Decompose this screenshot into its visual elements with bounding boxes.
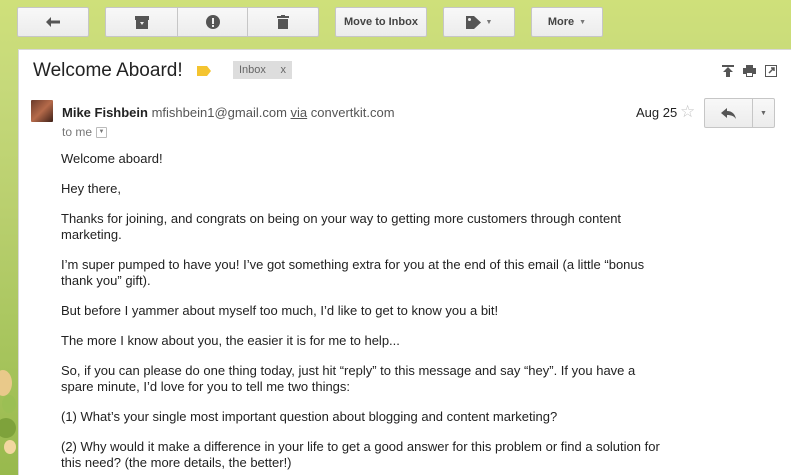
inbox-label-chip: Inbox x: [233, 61, 292, 79]
message-body: Welcome aboard! Hey there, Thanks for jo…: [61, 151, 661, 475]
print-icon[interactable]: [743, 65, 756, 77]
expand-all-icon[interactable]: [722, 65, 734, 77]
message-date: Aug 25: [636, 105, 678, 120]
header-actions: [722, 65, 777, 77]
chevron-down-icon: ▼: [579, 18, 587, 26]
body-paragraph: Hey there,: [61, 181, 121, 196]
more-button[interactable]: More ▼: [531, 7, 603, 37]
chevron-down-icon: ▼: [485, 18, 493, 26]
body-paragraph: Welcome aboard!: [61, 151, 163, 166]
via-domain: convertkit.com: [310, 105, 395, 120]
reply-icon: [721, 107, 736, 119]
reply-button[interactable]: [705, 99, 753, 127]
new-window-icon[interactable]: [765, 65, 777, 77]
avatar[interactable]: [31, 100, 53, 122]
more-reply-options-button[interactable]: ▼: [753, 99, 774, 127]
via-link[interactable]: via: [291, 105, 308, 120]
arrow-left-icon: [46, 17, 60, 27]
archive-button[interactable]: [106, 8, 177, 36]
delete-button[interactable]: [247, 8, 318, 36]
recipient-line: to me ▼: [62, 125, 108, 139]
body-paragraph: (1) What’s your single most important qu…: [61, 409, 558, 424]
sender-info: Mike Fishbein mfishbein1@gmail.com via c…: [62, 105, 395, 120]
more-label: More: [547, 16, 575, 28]
recipient-text: to me: [62, 125, 93, 139]
star-icon[interactable]: ☆: [680, 102, 695, 122]
move-to-inbox-button[interactable]: Move to Inbox: [335, 7, 427, 37]
message-subject: Welcome Aboard!: [33, 60, 183, 81]
body-paragraph: But before I yammer about myself too muc…: [61, 303, 499, 318]
body-paragraph: The more I know about you, the easier it…: [61, 333, 400, 348]
report-spam-icon: [205, 15, 220, 29]
labels-button[interactable]: ▼: [443, 7, 515, 37]
body-paragraph: I’m super pumped to have you! I’ve got s…: [61, 257, 645, 288]
message-panel: Welcome Aboard! Inbox x Mike Fishbein mf…: [18, 49, 791, 475]
sender-email: mfishbein1@gmail.com: [151, 105, 287, 120]
body-paragraph: So, if you can please do one thing today…: [61, 363, 636, 394]
chevron-down-icon: ▼: [98, 129, 105, 135]
action-button-group: [105, 7, 319, 37]
body-paragraph: Thanks for joining, and congrats on bein…: [61, 211, 622, 242]
chevron-down-icon: ▼: [760, 109, 767, 117]
sender-name[interactable]: Mike Fishbein: [62, 105, 148, 120]
move-to-inbox-label: Move to Inbox: [344, 16, 418, 28]
tag-icon: [465, 15, 481, 29]
label-tag-icon: [197, 66, 211, 76]
back-to-inbox-button[interactable]: [17, 7, 89, 37]
body-paragraph: (2) Why would it make a difference in yo…: [61, 439, 660, 470]
reply-button-group: ▼: [704, 98, 775, 128]
background-foliage: [0, 300, 20, 475]
archive-icon: [134, 15, 149, 29]
toolbar: Move to Inbox ▼ More ▼: [0, 0, 791, 44]
remove-label-button[interactable]: x: [281, 64, 287, 76]
show-details-button[interactable]: ▼: [96, 126, 108, 138]
trash-icon: [277, 15, 289, 29]
inbox-label-text: Inbox: [239, 64, 266, 76]
report-spam-button[interactable]: [177, 8, 247, 36]
